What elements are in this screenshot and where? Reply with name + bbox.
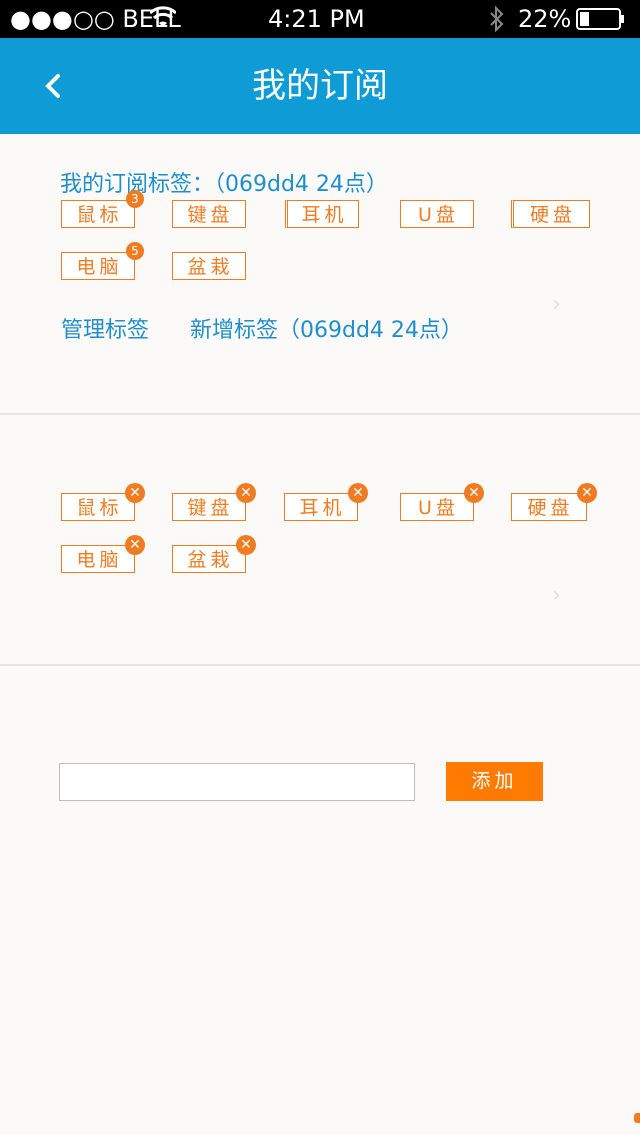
- bluetooth-icon: [488, 5, 506, 37]
- editable-tag[interactable]: 盆栽 ✕: [172, 535, 256, 573]
- tag-label: 鼠标: [76, 204, 123, 226]
- add-button[interactable]: 添加: [446, 762, 543, 801]
- count-badge: 3: [126, 190, 144, 208]
- editable-tag[interactable]: 硬盘 ✕: [511, 483, 597, 521]
- battery-percent: 22%: [518, 5, 572, 33]
- remove-tag-icon[interactable]: ✕: [348, 483, 368, 503]
- editable-tag[interactable]: 键盘 ✕: [172, 483, 256, 521]
- editable-tag[interactable]: 鼠标 ✕: [61, 483, 145, 521]
- subscribed-tag[interactable]: 硬盘: [511, 200, 590, 228]
- count-badge: 5: [126, 242, 144, 260]
- remove-tag-icon[interactable]: ✕: [125, 483, 145, 503]
- scroll-indicator: [634, 1113, 640, 1123]
- tag-label: 盆栽: [187, 256, 234, 278]
- subscribed-tag[interactable]: 盆栽: [172, 252, 246, 280]
- divider: [0, 413, 640, 415]
- subscribed-tag[interactable]: 键盘: [172, 200, 246, 228]
- remove-tag-icon[interactable]: ✕: [236, 483, 256, 503]
- tag-label: 键盘: [187, 497, 234, 519]
- manage-tags-link[interactable]: 管理标签: [61, 317, 149, 345]
- tag-label: 耳机: [299, 497, 346, 519]
- remove-tag-icon[interactable]: ✕: [464, 483, 484, 503]
- tag-label: U盘: [418, 204, 459, 226]
- subscribed-tag[interactable]: 鼠标 3: [61, 190, 144, 228]
- subscribed-tag[interactable]: 耳机: [285, 200, 359, 228]
- subscribed-tag[interactable]: 电脑 5: [61, 242, 144, 280]
- editable-tag[interactable]: 电脑 ✕: [61, 535, 145, 573]
- tag-label: 电脑: [76, 256, 123, 278]
- status-bar: ●●●○○ BELL 4:21 PM 22%: [0, 0, 640, 38]
- tag-label: 电脑: [76, 549, 123, 571]
- new-tag-input[interactable]: [59, 763, 415, 801]
- tag-label: 硬盘: [529, 204, 576, 226]
- clock: 4:21 PM: [268, 5, 365, 33]
- wifi-icon: [148, 6, 178, 34]
- tag-label: 耳机: [301, 204, 348, 226]
- page-title: 我的订阅: [252, 66, 388, 106]
- tag-label: 鼠标: [76, 497, 123, 519]
- chevron-right-icon: ›: [552, 583, 561, 608]
- tag-label: 盆栽: [187, 549, 234, 571]
- battery-icon: [576, 8, 626, 34]
- editable-tag[interactable]: U盘 ✕: [400, 483, 484, 521]
- remove-tag-icon[interactable]: ✕: [236, 535, 256, 555]
- remove-tag-icon[interactable]: ✕: [577, 483, 597, 503]
- add-tags-link[interactable]: 新增标签（069dd4 24点）: [190, 317, 463, 345]
- subscribed-tag[interactable]: U盘: [400, 200, 474, 228]
- chevron-right-icon: ›: [552, 292, 561, 317]
- editable-tag[interactable]: 耳机 ✕: [284, 483, 368, 521]
- tag-label: 硬盘: [527, 497, 574, 519]
- nav-bar: 我的订阅: [0, 38, 640, 134]
- divider: [0, 664, 640, 666]
- subscribed-tags-heading: 我的订阅标签：（069dd4 24点）: [60, 172, 388, 197]
- tag-label: 键盘: [187, 204, 234, 226]
- tag-label: U盘: [418, 497, 459, 519]
- remove-tag-icon[interactable]: ✕: [125, 535, 145, 555]
